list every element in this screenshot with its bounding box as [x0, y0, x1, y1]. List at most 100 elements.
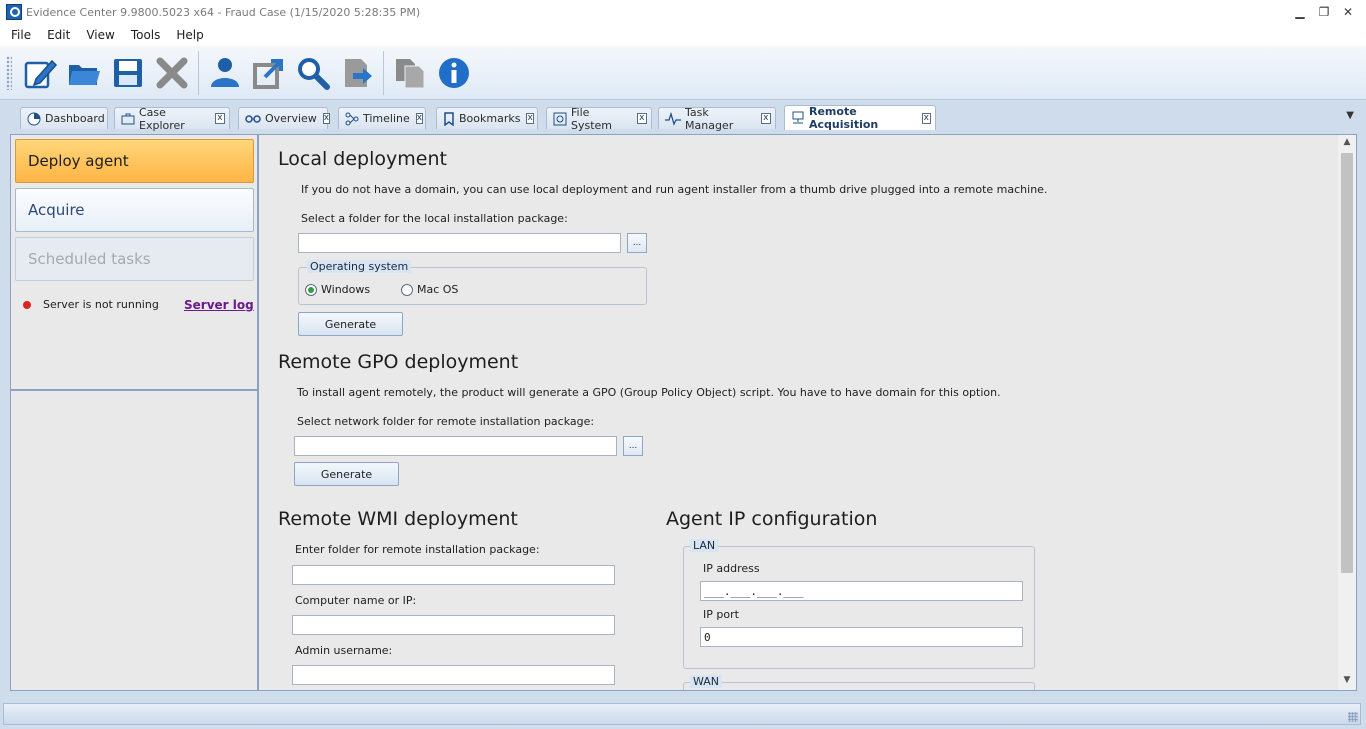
menu-view[interactable]: View [78, 28, 122, 42]
glasses-icon [245, 112, 261, 126]
tab-task-manager[interactable]: Task Manager x [658, 105, 776, 132]
server-status-text: Server is not running [43, 298, 159, 311]
open-button[interactable] [62, 49, 106, 97]
toolbar [0, 46, 1366, 100]
edit-icon [24, 59, 58, 88]
wmi-deployment-title: Remote WMI deployment [278, 508, 518, 530]
tab-close-button[interactable]: x [921, 112, 931, 124]
gpo-browse-button[interactable]: ... [623, 436, 643, 456]
pie-chart-icon [27, 112, 41, 126]
case-icon [121, 112, 135, 126]
wmi-folder-label: Enter folder for remote installation pac… [295, 543, 540, 556]
user-icon [211, 57, 239, 87]
tab-file-system[interactable]: File System x [546, 105, 652, 132]
tab-case-explorer[interactable]: Case Explorer x [114, 105, 230, 132]
tab-close-button[interactable]: x [760, 113, 771, 124]
search-button[interactable] [291, 49, 335, 97]
wmi-folder-input[interactable] [292, 565, 615, 585]
local-deployment-title: Local deployment [278, 148, 447, 170]
admin-username-input[interactable] [292, 665, 615, 685]
agent-ip-title: Agent IP configuration [666, 508, 878, 530]
gpo-generate-button[interactable]: Generate [294, 462, 399, 486]
deploy-agent-button[interactable]: Deploy agent [15, 139, 254, 183]
forward-icon [345, 58, 372, 87]
tab-label: Case Explorer [139, 105, 185, 132]
window-title: Evidence Center 9.9800.5023 x64 - Fraud … [26, 5, 421, 19]
menu-edit[interactable]: Edit [39, 28, 78, 42]
vertical-scrollbar[interactable]: ▲ ▼ [1338, 135, 1356, 690]
save-button[interactable] [106, 49, 150, 97]
local-folder-input[interactable] [298, 233, 621, 253]
local-browse-button[interactable]: ... [627, 233, 647, 253]
tab-remote-acquisition[interactable]: Remote Acquisition x [784, 105, 936, 131]
local-deployment-description: If you do not have a domain, you can use… [301, 183, 1048, 196]
local-folder-label: Select a folder for the local installati… [301, 212, 568, 225]
info-icon [439, 57, 469, 88]
ip-port-input[interactable] [700, 627, 1023, 647]
menu-help[interactable]: Help [168, 28, 211, 42]
scroll-up-icon[interactable]: ▲ [1338, 137, 1356, 153]
gpo-folder-label: Select network folder for remote install… [297, 415, 595, 428]
tab-label: Overview [265, 112, 317, 125]
main-area: Deploy agent Acquire Scheduled tasks Ser… [10, 134, 1357, 691]
content-area: Local deployment If you do not have a do… [261, 135, 1338, 690]
status-bar [3, 703, 1361, 725]
local-generate-button[interactable]: Generate [298, 312, 403, 336]
server-log-link[interactable]: Server log [184, 298, 254, 312]
toolbar-grip[interactable] [6, 55, 12, 90]
tab-list-dropdown[interactable]: ▼ [1346, 110, 1354, 121]
windows-radio[interactable]: Windows [305, 283, 370, 296]
gpo-deployment-title: Remote GPO deployment [278, 351, 519, 373]
edit-button[interactable] [18, 49, 62, 97]
export-button[interactable] [247, 49, 291, 97]
radio-selected-icon [305, 283, 317, 296]
delete-button[interactable] [150, 49, 194, 97]
tab-close-button[interactable]: x [214, 113, 225, 124]
tab-bookmarks[interactable]: Bookmarks x [436, 107, 538, 129]
user-button[interactable] [203, 49, 247, 97]
minimize-button[interactable]: ▁ [1290, 3, 1310, 21]
ip-address-input[interactable] [700, 581, 1023, 601]
radio-unselected-icon [401, 283, 413, 296]
left-panel-divider [11, 389, 257, 391]
scroll-down-icon[interactable]: ▼ [1338, 675, 1356, 691]
ip-port-label: IP port [703, 608, 739, 621]
tab-overview[interactable]: Overview x [238, 107, 331, 129]
menu-bar: File Edit View Tools Help [0, 24, 1366, 46]
menu-file[interactable]: File [3, 28, 39, 42]
toolbar-separator [383, 50, 384, 95]
tab-label: Task Manager [685, 105, 734, 132]
computer-name-input[interactable] [292, 615, 615, 635]
restore-button[interactable]: ❐ [1314, 3, 1334, 21]
tab-close-button[interactable]: x [415, 113, 424, 124]
mac-os-radio[interactable]: Mac OS [401, 283, 458, 296]
tab-close-button[interactable]: x [322, 113, 331, 124]
tab-close-button[interactable]: x [526, 113, 534, 124]
resize-grip-icon[interactable] [1348, 712, 1358, 722]
info-button[interactable] [432, 49, 476, 97]
ip-address-label: IP address [703, 562, 760, 575]
tab-strip: Dashboard Case Explorer x Overview x Tim… [0, 100, 1366, 132]
forward-button[interactable] [335, 49, 379, 97]
file-system-icon [553, 112, 567, 126]
close-window-button[interactable]: ✕ [1338, 3, 1358, 21]
menu-tools[interactable]: Tools [123, 28, 169, 42]
copy-button[interactable] [388, 49, 432, 97]
delete-icon [156, 57, 188, 88]
acquire-button[interactable]: Acquire [15, 188, 254, 232]
scroll-thumb[interactable] [1341, 153, 1353, 573]
left-panel: Deploy agent Acquire Scheduled tasks Ser… [11, 135, 259, 690]
admin-username-label: Admin username: [295, 644, 393, 657]
tab-dashboard[interactable]: Dashboard [20, 107, 108, 129]
gpo-folder-input[interactable] [294, 436, 617, 456]
tab-label: File System [571, 105, 613, 132]
bookmark-icon [443, 111, 455, 126]
server-status: Server is not running [23, 298, 159, 311]
tab-close-button[interactable]: x [636, 113, 647, 124]
copy-icon [396, 58, 425, 88]
windows-radio-label: Windows [321, 283, 371, 296]
window-controls: ▁ ❐ ✕ [1290, 3, 1358, 21]
mac-os-radio-label: Mac OS [417, 283, 459, 296]
tab-timeline[interactable]: Timeline x [338, 107, 426, 129]
computer-name-label: Computer name or IP: [295, 594, 417, 607]
